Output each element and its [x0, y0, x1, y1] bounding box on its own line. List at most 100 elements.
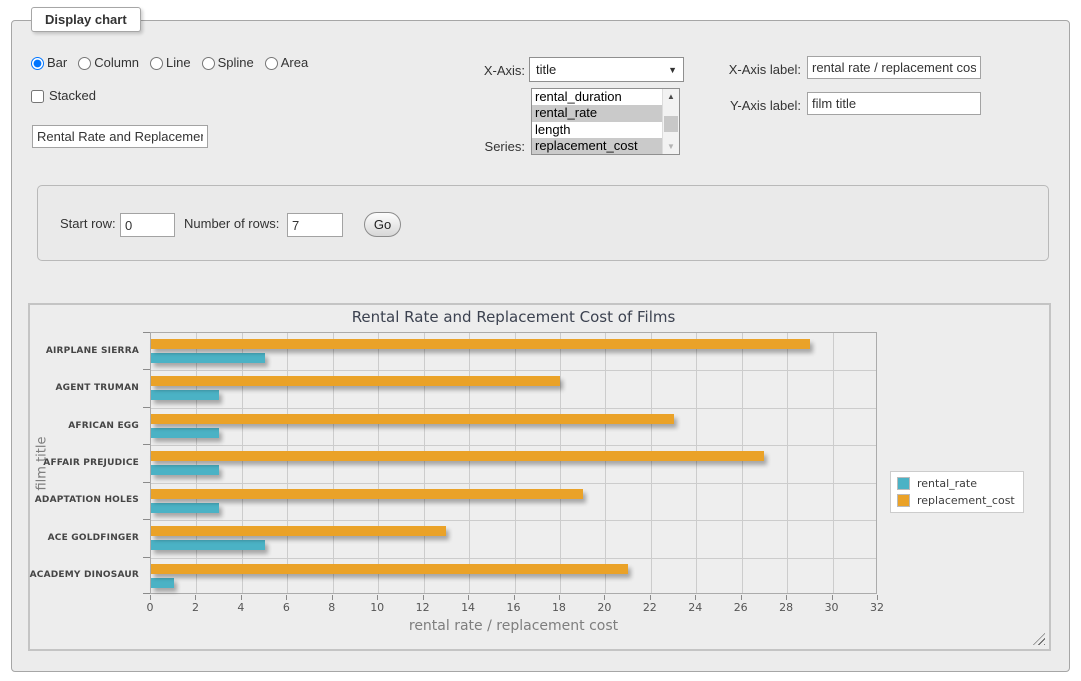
x-axis-tick — [286, 595, 287, 600]
start-row-input[interactable] — [120, 213, 175, 237]
scroll-up-icon[interactable]: ▲ — [663, 89, 679, 104]
x-axis-tick-label: 24 — [680, 601, 710, 614]
gridline-horizontal — [151, 558, 876, 559]
x-axis-tick-label: 16 — [499, 601, 529, 614]
x-axis-tick — [514, 595, 515, 600]
gridline-vertical — [333, 333, 334, 593]
x-axis-select[interactable]: title ▼ — [529, 57, 684, 82]
gridline-vertical — [787, 333, 788, 593]
legend-item-rental-rate: rental_rate — [897, 477, 1015, 490]
x-axis-tick-label: 26 — [726, 601, 756, 614]
x-axis-label-input[interactable] — [807, 56, 981, 79]
go-button[interactable]: Go — [364, 212, 401, 237]
series-option-replacement_cost[interactable]: replacement_cost — [532, 138, 662, 154]
radio-label-spline: Spline — [218, 55, 254, 71]
y-axis-label-input[interactable] — [807, 92, 981, 115]
x-axis-tick — [695, 595, 696, 600]
legend-label: replacement_cost — [917, 494, 1015, 507]
x-axis-tick — [241, 595, 242, 600]
x-axis-tick — [650, 595, 651, 600]
bar-replacement-cost[interactable] — [151, 414, 674, 424]
series-option-rental_rate[interactable]: rental_rate — [532, 105, 662, 121]
x-axis-tick-label: 28 — [771, 601, 801, 614]
x-axis-title: rental rate / replacement cost — [150, 618, 877, 634]
x-axis-tick — [377, 595, 378, 600]
radio-area[interactable] — [265, 57, 278, 70]
x-axis-tick-label: 4 — [226, 601, 256, 614]
chart-type-option-line[interactable]: Line — [150, 55, 191, 71]
bar-replacement-cost[interactable] — [151, 451, 764, 461]
gridline-vertical — [696, 333, 697, 593]
chart-type-option-column[interactable]: Column — [78, 55, 139, 71]
y-axis-tick — [143, 482, 150, 483]
bar-replacement-cost[interactable] — [151, 526, 446, 536]
x-axis-tick-label: 10 — [362, 601, 392, 614]
radio-line[interactable] — [150, 57, 163, 70]
x-axis-tick-label: 8 — [317, 601, 347, 614]
bar-replacement-cost[interactable] — [151, 564, 628, 574]
stacked-checkbox-row[interactable]: Stacked — [31, 88, 96, 104]
y-axis-tick — [143, 369, 150, 370]
bar-rental-rate[interactable] — [151, 390, 219, 400]
bar-rental-rate[interactable] — [151, 578, 174, 588]
x-axis-tick-label: 22 — [635, 601, 665, 614]
gridline-vertical — [242, 333, 243, 593]
x-axis-tick — [423, 595, 424, 600]
series-listbox[interactable]: rental_durationrental_ratelengthreplacem… — [531, 88, 680, 155]
series-listbox-scrollbar[interactable]: ▲ ▼ — [662, 89, 679, 154]
gridline-horizontal — [151, 520, 876, 521]
x-axis-tick — [741, 595, 742, 600]
display-chart-fieldset: Display chart BarColumnLineSplineArea St… — [11, 20, 1070, 672]
y-axis-category-label: ACADEMY DINOSAUR — [0, 570, 139, 580]
number-of-rows-input[interactable] — [287, 213, 343, 237]
gridline-vertical — [560, 333, 561, 593]
gridline-vertical — [742, 333, 743, 593]
rows-panel: Start row: Number of rows: Go — [37, 185, 1049, 261]
stacked-label: Stacked — [49, 88, 96, 104]
gridline-vertical — [515, 333, 516, 593]
bar-rental-rate[interactable] — [151, 465, 219, 475]
stacked-checkbox[interactable] — [31, 90, 44, 103]
chart-title: Rental Rate and Replacement Cost of Film… — [150, 308, 877, 326]
y-axis-category-label: AFRICAN EGG — [0, 421, 139, 431]
radio-label-area: Area — [281, 55, 308, 71]
y-axis-tick — [143, 593, 150, 594]
legend-label: rental_rate — [917, 477, 977, 490]
chart-container: Rental Rate and Replacement Cost of Film… — [28, 303, 1051, 651]
plot-area — [150, 332, 877, 594]
scrollbar-thumb[interactable] — [664, 116, 678, 132]
gridline-vertical — [287, 333, 288, 593]
radio-column[interactable] — [78, 57, 91, 70]
bar-replacement-cost[interactable] — [151, 489, 583, 499]
bar-rental-rate[interactable] — [151, 428, 219, 438]
fieldset-legend: Display chart — [31, 7, 141, 32]
series-option-length[interactable]: length — [532, 122, 662, 138]
chart-builder-app: Display chart Bar Column Line Spline Area St… — [0, 0, 1081, 681]
gridline-vertical — [605, 333, 606, 593]
bar-replacement-cost[interactable] — [151, 339, 810, 349]
chart-type-radio-group: Bar Column Line Spline Area — [31, 55, 315, 71]
series-option-rental_duration[interactable]: rental_duration — [532, 89, 662, 105]
gridline-vertical — [833, 333, 834, 593]
bar-rental-rate[interactable] — [151, 540, 265, 550]
chart-title-input[interactable] — [32, 125, 208, 148]
x-axis-tick-label: 2 — [180, 601, 210, 614]
x-axis-tick-label: 20 — [589, 601, 619, 614]
x-axis-tick — [332, 595, 333, 600]
legend-swatch — [897, 494, 910, 507]
chart-type-option-spline[interactable]: Spline — [202, 55, 254, 71]
bar-rental-rate[interactable] — [151, 503, 219, 513]
scroll-down-icon[interactable]: ▼ — [663, 139, 679, 154]
radio-spline[interactable] — [202, 57, 215, 70]
bar-rental-rate[interactable] — [151, 353, 265, 363]
gridline-vertical — [196, 333, 197, 593]
y-axis-category-label: ADAPTATION HOLES — [0, 495, 139, 505]
resize-handle-icon[interactable] — [1033, 633, 1045, 645]
radio-bar[interactable] — [31, 57, 44, 70]
radio-label-column: Column — [94, 55, 139, 71]
gridline-horizontal — [151, 408, 876, 409]
chart-type-option-area[interactable]: Area — [265, 55, 308, 71]
chart-type-option-bar[interactable]: Bar — [31, 55, 67, 71]
legend-item-replacement-cost: replacement_cost — [897, 494, 1015, 507]
bar-replacement-cost[interactable] — [151, 376, 560, 386]
